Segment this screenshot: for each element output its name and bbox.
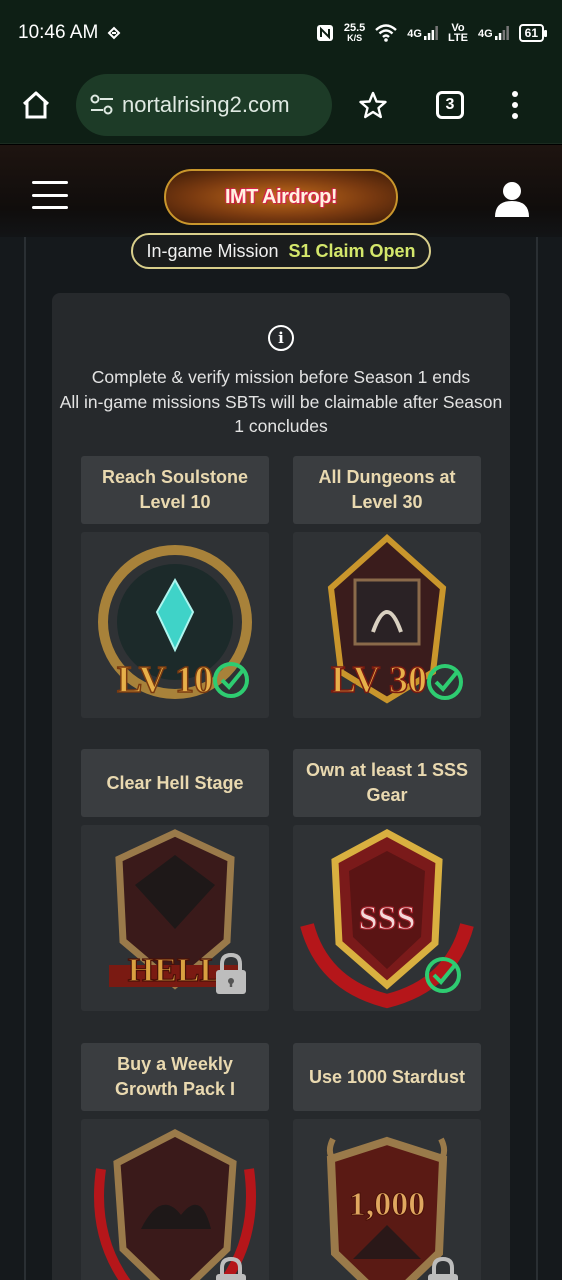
web-page: IMT Airdrop! In-game Mission S1 Claim Op… (0, 145, 562, 1280)
airdrop-label: IMT Airdrop! (224, 185, 338, 208)
user-icon (495, 182, 529, 217)
signal-1-label: 4G (407, 28, 422, 40)
lock-icon (216, 1256, 246, 1280)
mission-title: All Dungeons at Level 30 (293, 456, 481, 524)
signal-1: 4G (407, 26, 438, 40)
home-icon (22, 91, 50, 118)
mission-tile[interactable]: Buy a Weekly Growth Pack I (81, 1043, 269, 1280)
profile-button[interactable] (492, 179, 532, 219)
badge-text: HELL (128, 952, 222, 989)
browser-toolbar: nortalrising2.com 3 (0, 66, 562, 144)
vpn-key-icon (107, 26, 121, 40)
tab-count: 3 (445, 95, 455, 113)
mission-badge: HELL (81, 825, 269, 1011)
info-icon: i (268, 325, 294, 351)
frame-border-right (536, 237, 538, 1280)
signal-2: 4G (478, 26, 509, 40)
menu-dot (512, 90, 518, 97)
speed-unit: K/S (347, 33, 363, 43)
mission-tile[interactable]: Reach Soulstone Level 10 LV 10 (81, 456, 269, 718)
mission-tile[interactable]: Clear Hell Stage HELL (81, 749, 269, 1011)
mission-badge: LV 30 (293, 532, 481, 718)
hamburger-line (32, 193, 68, 197)
lock-icon (428, 1256, 458, 1280)
check-icon (425, 957, 461, 993)
menu-dot (512, 112, 518, 119)
menu-dot (512, 101, 518, 108)
battery-level: 61 (524, 26, 538, 40)
signal-bars-icon (423, 26, 438, 40)
mission-tile[interactable]: Use 1000 Stardust 1,000 (293, 1043, 481, 1280)
mission-badge: 1,000 (293, 1119, 481, 1280)
home-button[interactable] (16, 85, 56, 125)
mission-title: Reach Soulstone Level 10 (81, 456, 269, 524)
mission-title: Clear Hell Stage (81, 749, 269, 817)
check-icon (427, 664, 463, 700)
signal-bars-icon (494, 26, 509, 40)
mission-badge: LV 10 (81, 532, 269, 718)
mission-title: Own at least 1 SSS Gear (293, 749, 481, 817)
url-text: nortalrising2.com (122, 91, 290, 117)
badge-text: LV 30 (331, 659, 427, 701)
mission-badge: SSS (293, 825, 481, 1011)
info-line-2: All in-game missions SBTs will be claima… (59, 391, 503, 437)
hamburger-line (32, 206, 68, 209)
tab-switcher-button[interactable]: 3 (436, 90, 464, 119)
mission-pill-label: In-game Mission (146, 240, 279, 261)
info-line-1: Complete & verify mission before Season … (91, 367, 471, 387)
wifi-icon (375, 24, 398, 42)
mission-tile[interactable]: All Dungeons at Level 30 LV 30 (293, 456, 481, 718)
status-bar: 10:46 AM 25.5 K/S 4G Vo LTE 4G 61 (0, 0, 562, 66)
badge-text: 1,000 (349, 1186, 426, 1223)
volte-indicator: Vo LTE (447, 23, 468, 44)
site-settings-icon[interactable] (90, 94, 114, 116)
lock-icon (216, 952, 246, 994)
battery-indicator: 61 (518, 24, 548, 42)
badge-text: LV 10 (117, 659, 213, 701)
imt-airdrop-button[interactable]: IMT Airdrop! (164, 169, 398, 225)
hamburger-line (32, 181, 68, 184)
speed-value: 25.5 (343, 22, 366, 34)
mission-status-pill: In-game Mission S1 Claim Open (131, 233, 431, 269)
address-bar[interactable]: nortalrising2.com (76, 73, 332, 136)
mission-pill-status: S1 Claim Open (288, 240, 416, 261)
mission-title: Buy a Weekly Growth Pack I (81, 1043, 269, 1111)
info-text: Complete & verify mission before Season … (52, 365, 510, 439)
nfc-icon (316, 25, 333, 41)
hamburger-menu-button[interactable] (32, 181, 68, 209)
mission-tile[interactable]: Own at least 1 SSS Gear SSS (293, 749, 481, 1011)
badge-text: SSS (359, 900, 416, 937)
signal-2-label: 4G (477, 28, 493, 40)
missions-card: i Complete & verify mission before Seaso… (52, 293, 510, 1280)
browser-menu-button[interactable] (510, 90, 520, 119)
mission-title: Use 1000 Stardust (293, 1043, 481, 1111)
mission-badge (81, 1119, 269, 1280)
star-icon (359, 91, 387, 118)
network-speed: 25.5 K/S (343, 22, 366, 44)
bookmark-button[interactable] (358, 90, 388, 120)
status-time: 10:46 AM (18, 22, 99, 43)
frame-border-left (24, 237, 26, 1280)
check-icon (213, 662, 249, 698)
volte-bottom: LTE (447, 32, 468, 44)
